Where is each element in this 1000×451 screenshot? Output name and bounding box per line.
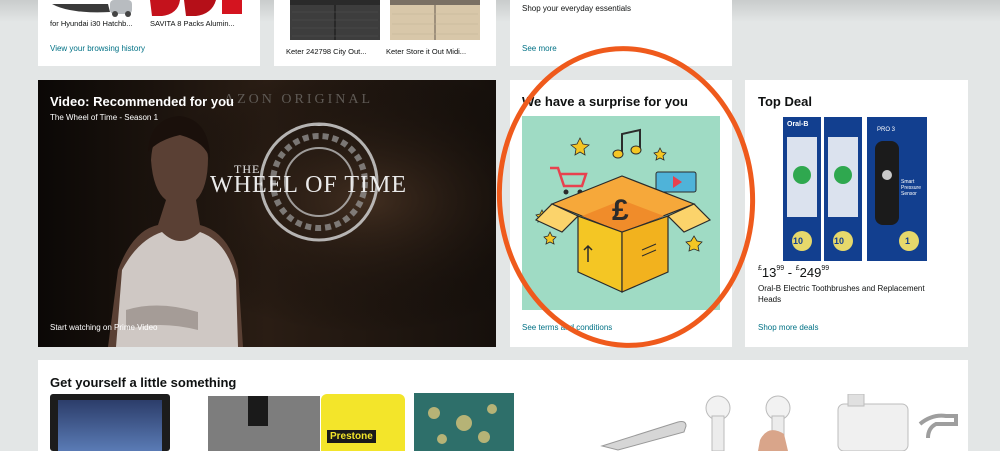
- prime-video-cta[interactable]: Start watching on Prime Video: [50, 323, 157, 332]
- price-high-fraction: 99: [821, 265, 830, 272]
- pack-count: 10: [834, 236, 845, 246]
- essentials-subtitle: Shop your everyday essentials: [522, 4, 631, 13]
- price-low-fraction: 99: [776, 265, 785, 272]
- product-caption[interactable]: Keter Store it Out Midi...: [386, 47, 490, 56]
- terms-conditions-link[interactable]: See terms and conditions: [522, 323, 612, 332]
- price-high: 249: [799, 265, 822, 280]
- pack-count: 10: [793, 236, 804, 246]
- little-something-title: Get yourself a little something: [50, 375, 237, 390]
- price-separator: -: [784, 265, 796, 280]
- stereo-screen: [58, 400, 162, 451]
- top-deal-card[interactable]: Top Deal Oral-B 10 10 1 PRO 3 Smart Pres…: [745, 80, 968, 347]
- product-caption[interactable]: Keter 242798 City Out...: [286, 47, 386, 56]
- product-caption[interactable]: for Hyundai i30 Hatchb...: [50, 19, 148, 28]
- product-image-kitchen-tool[interactable]: [598, 412, 690, 451]
- keter-storage-card: Keter 242798 City Out... Keter Store it …: [274, 0, 496, 66]
- shop-more-deals-link[interactable]: Shop more deals: [758, 323, 818, 332]
- product-caption[interactable]: SAVITA 8 Packs Alumin...: [150, 19, 250, 28]
- surprise-card-title: We have a surprise for you: [522, 94, 688, 109]
- see-more-link[interactable]: See more: [522, 44, 557, 53]
- video-card-title: Video: Recommended for you: [50, 94, 234, 109]
- prestone-label: Prestone: [327, 430, 376, 443]
- deal-product-name[interactable]: Oral-B Electric Toothbrushes and Replace…: [758, 283, 948, 305]
- product-image-car-stereo[interactable]: [50, 394, 170, 451]
- oral-b-brand: Oral-B: [787, 121, 809, 128]
- show-title: WHEEL OF TIME: [210, 172, 407, 198]
- pack-count: 1: [905, 236, 911, 246]
- price-range: £1399 - £24999: [758, 265, 829, 280]
- product-image-container[interactable]: [828, 393, 958, 451]
- product-image-keter-city[interactable]: [288, 0, 382, 42]
- video-card-subtitle: The Wheel of Time - Season 1: [50, 113, 159, 122]
- browsing-history-card: for Hyundai i30 Hatchb... SAVITA 8 Packs…: [38, 0, 260, 66]
- everyday-essentials-card: Shop your everyday essentials See more: [510, 0, 732, 66]
- surprise-image[interactable]: £: [522, 116, 720, 310]
- product-image-savita[interactable]: [150, 0, 246, 18]
- prime-original-overlay: AZON ORIGINAL: [224, 92, 374, 107]
- pouch-label: [248, 396, 268, 426]
- oral-b-product-image[interactable]: Oral-B 10 10 1 PRO 3 Smart Pressure Sens…: [783, 117, 929, 261]
- top-deal-title: Top Deal: [758, 94, 812, 109]
- oral-b-model: PRO 3: [877, 127, 896, 133]
- browsing-history-link[interactable]: View your browsing history: [50, 44, 145, 53]
- product-image-book[interactable]: [414, 393, 514, 451]
- little-something-card: Get yourself a little something Prestone: [38, 360, 968, 451]
- pound-symbol: £: [612, 194, 629, 227]
- product-image-keter-midi[interactable]: [388, 0, 482, 42]
- product-image-prestone[interactable]: Prestone: [321, 394, 405, 451]
- product-image-grab-bars[interactable]: [698, 394, 818, 451]
- surprise-card[interactable]: We have a surprise for you £ See terms a…: [510, 80, 732, 347]
- product-image-car-mats[interactable]: [50, 0, 136, 18]
- video-recommendation-card[interactable]: AZON ORIGINAL Video: Recommended for you…: [38, 80, 496, 347]
- product-image-pouch[interactable]: [208, 396, 320, 451]
- price-low: 13: [761, 265, 777, 280]
- oral-b-feature: Smart Pressure Sensor: [901, 179, 922, 197]
